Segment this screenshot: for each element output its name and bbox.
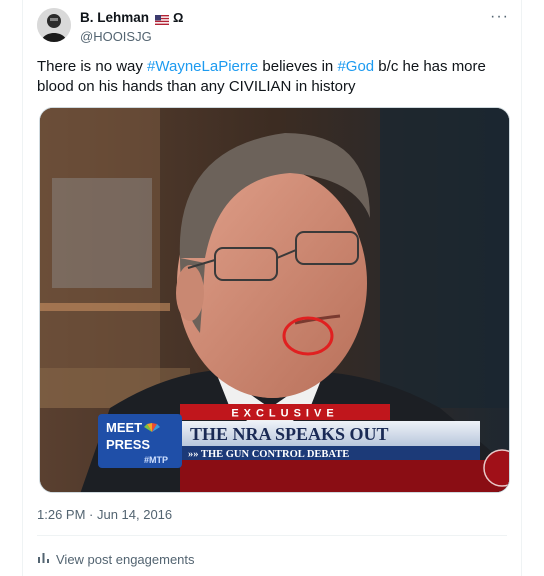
engagements-label: View post engagements <box>56 551 195 567</box>
author-badge: Ω <box>173 10 184 25</box>
more-horizontal-icon[interactable]: ··· <box>490 8 509 26</box>
tweet-text-part: believes in <box>258 58 338 75</box>
hashtag-link[interactable]: #WayneLaPierre <box>147 58 258 75</box>
banner-title: THE NRA SPEAKS OUT <box>190 424 389 444</box>
logo-tag: #MTP <box>144 455 168 465</box>
banner-subtitle: »» THE GUN CONTROL DEBATE <box>188 449 349 460</box>
hashtag-link[interactable]: #God <box>337 58 374 75</box>
author-display-name[interactable]: B. Lehman <box>80 10 149 25</box>
tweet-text: There is no way #WayneLaPierre believes … <box>37 57 515 97</box>
author-handle[interactable]: @HOOISJG <box>80 29 152 44</box>
tweet-text-part: There is no way <box>37 58 148 75</box>
avatar[interactable] <box>37 8 71 42</box>
tweet-card: B. Lehman Ω @HOOISJG ··· There is no way… <box>22 0 522 576</box>
divider <box>37 535 507 536</box>
bar-chart-icon <box>37 551 50 567</box>
logo-line1: MEET <box>106 420 142 435</box>
tweet-timestamp[interactable]: 1:26 PM · Jun 14, 2016 <box>37 507 172 522</box>
author-name-row: B. Lehman Ω <box>80 10 183 25</box>
logo-line2: PRESS <box>106 437 150 452</box>
tweet-media-image[interactable]: EXCLUSIVE THE NRA SPEAKS OUT »» THE GUN … <box>39 107 510 493</box>
us-flag-icon <box>155 13 170 25</box>
banner-exclusive: EXCLUSIVE <box>231 408 338 420</box>
view-engagements-button[interactable]: View post engagements <box>37 551 195 567</box>
